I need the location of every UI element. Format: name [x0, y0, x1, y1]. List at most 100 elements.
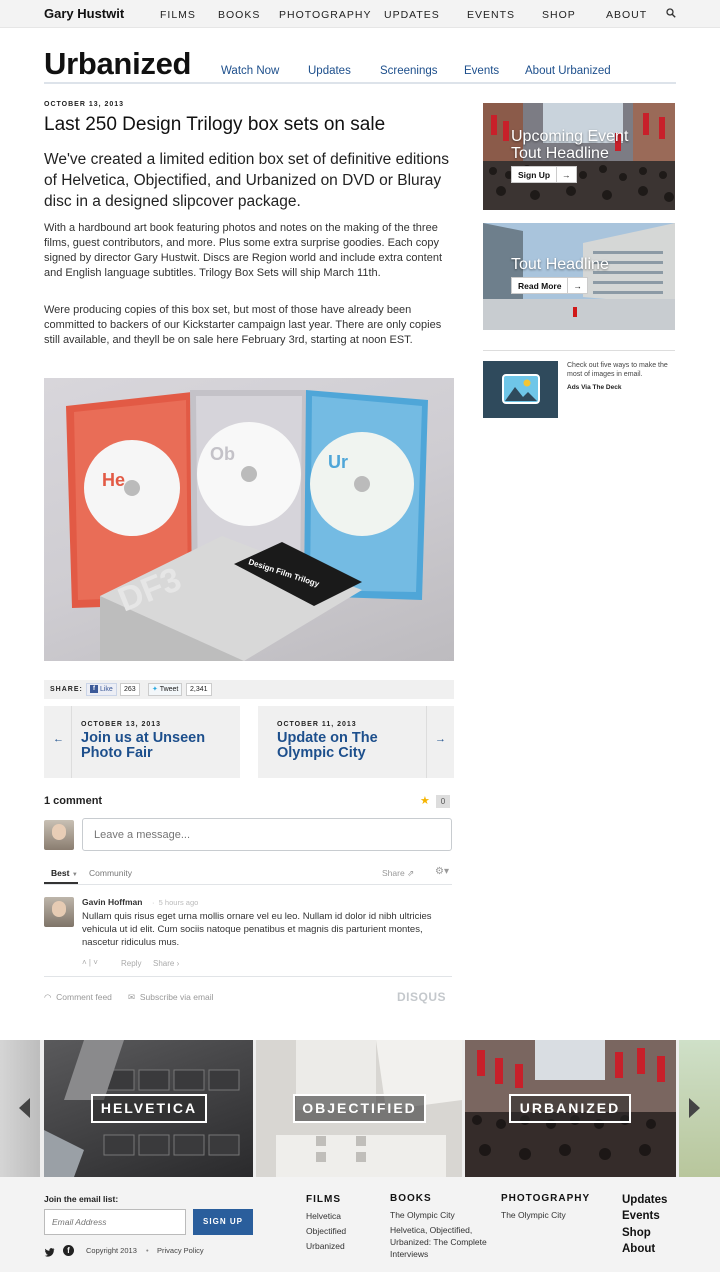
top-navigation: Gary Hustwit FILMS BOOKS PHOTOGRAPHY UPD… [0, 0, 720, 28]
disc-label-ur: Ur [328, 452, 348, 472]
previous-post-card[interactable]: ← OCTOBER 13, 2013 Join us at Unseen Pho… [44, 706, 240, 778]
ad-text[interactable]: Check out five ways to make the most of … [567, 361, 675, 379]
footer-film-link[interactable]: Helvetica [306, 1210, 341, 1222]
event-tout[interactable]: Upcoming Event Tout Headline Sign Up → [483, 103, 675, 210]
nav-events[interactable]: EVENTS [467, 9, 515, 21]
privacy-policy[interactable]: Privacy Policy [157, 1246, 204, 1255]
current-user-avatar [44, 820, 74, 850]
nav-films[interactable]: FILMS [160, 9, 196, 21]
disc-label-he: He [102, 470, 125, 490]
tab-community[interactable]: Community [89, 868, 132, 878]
subscribe-email[interactable]: ✉ Subscribe via email [128, 992, 214, 1003]
footer-link-updates[interactable]: Updates [622, 1194, 667, 1206]
comment-vote[interactable]: ˄ | ˅ [82, 958, 98, 967]
post-lead: We've created a limited edition box set … [44, 151, 450, 210]
film-title[interactable]: Urbanized [44, 46, 191, 82]
nav-about[interactable]: ABOUT [606, 9, 647, 21]
ad-via[interactable]: Ads Via The Deck [567, 384, 621, 391]
footer-film-link[interactable]: Objectified [306, 1225, 346, 1237]
urbanized-label[interactable]: URBANIZED [509, 1094, 631, 1123]
comment-input[interactable] [82, 818, 452, 851]
comment-body: Nullam quis risus eget urna mollis ornar… [82, 911, 432, 948]
subnav-screenings[interactable]: Screenings [380, 65, 438, 77]
footer: Join the email list: SIGN UP f Copyright… [0, 1177, 720, 1272]
comment-author[interactable]: Gavin Hoffman [82, 897, 142, 907]
subnav-updates[interactable]: Updates [308, 65, 351, 77]
footer-photography-heading[interactable]: PHOTOGRAPHY [501, 1193, 590, 1204]
share-bar: SHARE: f Like 263 ✦ Tweet 2,341 [44, 680, 454, 699]
upvote-icon[interactable]: ˄ [82, 958, 87, 967]
previous-post-title[interactable]: Join us at Unseen Photo Fair [81, 731, 231, 761]
footer-films-heading[interactable]: FILMS [306, 1194, 341, 1205]
footer-link-about[interactable]: About [622, 1243, 655, 1255]
nav-updates[interactable]: UPDATES [384, 9, 440, 21]
post-title[interactable]: Last 250 Design Trilogy box sets on sale [44, 114, 385, 136]
previous-post-date: OCTOBER 13, 2013 [81, 721, 162, 728]
subnav-events[interactable]: Events [464, 65, 499, 77]
tab-best[interactable]: Best ▼ [51, 868, 78, 878]
twitter-bird-icon: ✦ [152, 686, 158, 693]
email-input[interactable] [44, 1209, 186, 1235]
search-icon[interactable] [666, 8, 676, 18]
helvetica-label[interactable]: HELVETICA [91, 1094, 207, 1123]
tweet-button[interactable]: ✦ Tweet [148, 683, 183, 696]
carousel-right-arrow-icon[interactable] [688, 1098, 700, 1118]
site-title[interactable]: Gary Hustwit [44, 6, 124, 21]
email-list-label: Join the email list: [44, 1194, 119, 1204]
disc-label-ob: Ob [210, 444, 235, 464]
sign-up-button[interactable]: Sign Up → [511, 166, 577, 183]
comment-share[interactable]: Share › [153, 959, 179, 968]
disqus-logo[interactable]: DISQUS [397, 990, 446, 1004]
facebook-like-button[interactable]: f Like [86, 683, 117, 696]
comment-feed-label: Comment feed [56, 992, 112, 1002]
ad-image[interactable] [483, 361, 558, 418]
footer-book-link[interactable]: Helvetica, Objectified, Urbanized: The C… [390, 1224, 490, 1260]
like-count: 263 [120, 683, 140, 696]
nav-photography[interactable]: PHOTOGRAPHY [279, 9, 372, 21]
subscribe-label: Subscribe via email [139, 992, 214, 1002]
urbanized-panel[interactable]: URBANIZED [465, 1040, 676, 1177]
tout[interactable]: Tout Headline Read More → [483, 223, 675, 330]
footer-books-heading[interactable]: BOOKS [390, 1193, 432, 1204]
post-paragraph: With a hardbound art book featuring phot… [44, 222, 443, 279]
right-arrow-icon: → [435, 733, 446, 745]
nav-shop[interactable]: SHOP [542, 9, 576, 21]
next-post-card[interactable]: → OCTOBER 11, 2013 Update on The Olympic… [258, 706, 454, 778]
subnav-watch-now[interactable]: Watch Now [221, 65, 279, 77]
carousel-left-arrow-icon[interactable] [19, 1098, 31, 1118]
card-divider [71, 706, 72, 778]
twitter-icon[interactable] [44, 1245, 55, 1257]
commenter-avatar[interactable] [44, 897, 74, 927]
comment-feed[interactable]: ◠ Comment feed [44, 992, 112, 1003]
footer-book-link[interactable]: The Olympic City [390, 1209, 455, 1221]
rss-icon: ◠ [44, 992, 52, 1002]
share-label: SHARE: [50, 686, 83, 693]
subnav-about[interactable]: About Urbanized [525, 65, 611, 77]
settings-gear-icon[interactable]: ⚙▾ [435, 866, 449, 877]
nav-books[interactable]: BOOKS [218, 9, 260, 21]
sign-up-button[interactable]: SIGN UP [193, 1209, 253, 1235]
footer-link-shop[interactable]: Shop [622, 1227, 651, 1239]
footer-photo-link[interactable]: The Olympic City [501, 1209, 566, 1221]
disqus-share[interactable]: Share ⇗ [382, 868, 414, 879]
chevron-down-icon: ▼ [71, 872, 78, 878]
read-more-button[interactable]: Read More → [511, 277, 588, 294]
helvetica-panel[interactable]: HELVETICA [44, 1040, 253, 1177]
next-post-title[interactable]: Update on The Olympic City [277, 731, 422, 761]
objectified-label[interactable]: OBJECTIFIED [293, 1094, 426, 1123]
footer-film-link[interactable]: Urbanized [306, 1240, 345, 1252]
footer-bullet: • [146, 1246, 149, 1255]
arrow-right-icon: → [556, 167, 576, 183]
star-icon[interactable]: ★ [420, 794, 430, 807]
post-paragraph: Were producing copies of this box set, b… [44, 304, 442, 346]
tab-divider [44, 884, 452, 885]
comment-time[interactable]: · 5 hours ago [152, 898, 198, 907]
comment-reply[interactable]: Reply [121, 959, 141, 968]
facebook-icon[interactable]: f [63, 1245, 74, 1256]
disqus-share-label: Share [382, 868, 405, 878]
footer-link-events[interactable]: Events [622, 1210, 660, 1222]
downvote-icon[interactable]: ˅ [93, 958, 98, 967]
mail-icon: ✉ [128, 992, 136, 1002]
sidebar-divider [483, 350, 675, 351]
objectified-panel[interactable]: OBJECTIFIED [256, 1040, 462, 1177]
